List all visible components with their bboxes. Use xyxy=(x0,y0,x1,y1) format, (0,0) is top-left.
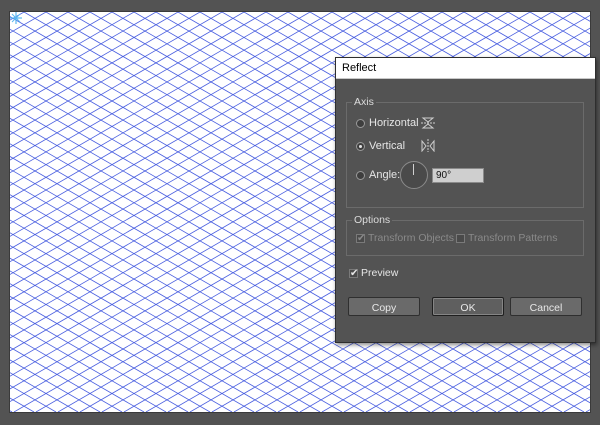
cancel-button[interactable]: Cancel xyxy=(510,297,582,316)
radio-button-selected[interactable] xyxy=(356,141,365,151)
grid-line xyxy=(10,12,223,136)
dialog-title[interactable]: Reflect xyxy=(336,58,595,79)
grid-line xyxy=(10,12,179,110)
grid-line xyxy=(10,12,377,225)
checkmark-icon[interactable]: ✔ xyxy=(349,268,358,278)
checkmark-icon[interactable]: ✔ xyxy=(356,233,365,243)
grid-line xyxy=(10,219,343,412)
grid-line xyxy=(10,270,255,412)
grid-line xyxy=(10,12,91,59)
copy-button[interactable]: Copy xyxy=(348,297,420,316)
grid-line xyxy=(10,359,101,412)
preview-label: Preview xyxy=(361,267,399,279)
unchecked-box-icon[interactable] xyxy=(456,233,465,243)
radio-angle-label: Angle: xyxy=(369,169,401,181)
radio-horizontal-label: Horizontal xyxy=(369,117,419,129)
grid-line xyxy=(10,321,167,412)
radio-angle[interactable]: Angle: xyxy=(356,169,400,181)
grid-line xyxy=(10,410,13,412)
grid-line xyxy=(10,12,333,199)
transform-objects-checkbox[interactable]: ✔ Transform Objects xyxy=(356,232,454,244)
grid-line xyxy=(10,283,233,412)
grid-line xyxy=(10,384,57,412)
radio-vertical-label: Vertical xyxy=(369,140,406,152)
radio-horizontal[interactable]: Horizontal xyxy=(356,117,419,129)
transform-patterns-label: Transform Patterns xyxy=(468,232,558,244)
grid-line xyxy=(10,12,25,21)
grid-line xyxy=(10,12,245,148)
preview-checkbox[interactable]: ✔ Preview xyxy=(349,267,398,279)
radio-vertical[interactable]: Vertical xyxy=(356,140,405,152)
transform-patterns-checkbox[interactable]: Transform Patterns xyxy=(456,232,557,244)
axis-group-label: Axis xyxy=(352,96,376,108)
grid-line xyxy=(10,232,321,412)
angle-input[interactable]: 90° xyxy=(432,168,484,183)
angle-dial[interactable] xyxy=(400,161,428,189)
grid-line xyxy=(10,12,311,186)
radio-button[interactable] xyxy=(356,170,365,180)
reflect-dialog: Reflect Axis Horizontal Vertical Angle: … xyxy=(335,57,596,343)
reflect-horizontal-icon xyxy=(421,117,435,129)
reflect-origin-icon[interactable] xyxy=(10,12,22,24)
grid-line xyxy=(10,257,277,412)
ok-button[interactable]: OK xyxy=(432,297,504,316)
grid-line xyxy=(10,245,299,412)
grid-line xyxy=(10,372,79,412)
transform-objects-label: Transform Objects xyxy=(368,232,454,244)
reflect-vertical-icon xyxy=(421,139,435,152)
grid-line xyxy=(10,12,157,97)
options-group-label: Options xyxy=(352,214,393,226)
radio-button[interactable] xyxy=(356,118,365,128)
grid-line xyxy=(10,12,135,85)
grid-line xyxy=(10,206,365,412)
grid-line xyxy=(10,194,387,412)
